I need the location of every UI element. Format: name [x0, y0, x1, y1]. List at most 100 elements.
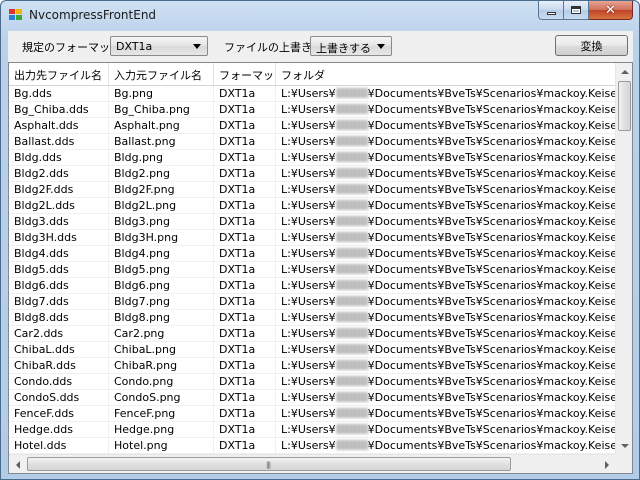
input-file-cell[interactable]: Bldg5.png: [109, 262, 214, 278]
table-row[interactable]: Bldg4.dds Bldg4.png DXT1a L:¥Users¥ ¥Documen…: [9, 246, 615, 262]
table-row[interactable]: Hotel.dds Hotel.png DXT1a L:¥Users¥ ¥Documen…: [9, 438, 615, 454]
input-file-cell[interactable]: Bldg3H.png: [109, 230, 214, 246]
table-row[interactable]: Hedge.dds Hedge.png DXT1a L:¥Users¥ ¥Documen…: [9, 422, 615, 438]
output-file-cell[interactable]: Bldg2.dds: [9, 166, 109, 182]
folder-cell[interactable]: L:¥Users¥ ¥Documents¥BveTs¥Scenarios¥mack…: [276, 246, 615, 262]
input-file-cell[interactable]: Condo.png: [109, 374, 214, 390]
table-row[interactable]: CondoS.dds CondoS.png DXT1a L:¥Users¥ ¥Docum…: [9, 390, 615, 406]
format-cell[interactable]: DXT1a: [214, 422, 276, 438]
table-row[interactable]: Bldg2F.dds Bldg2F.png DXT1a L:¥Users¥ ¥Docum…: [9, 182, 615, 198]
format-cell[interactable]: DXT1a: [214, 214, 276, 230]
output-file-cell[interactable]: Bldg7.dds: [9, 294, 109, 310]
table-row[interactable]: Car2.dds Car2.png DXT1a L:¥Users¥ ¥Documents…: [9, 326, 615, 342]
folder-cell[interactable]: L:¥Users¥ ¥Documents¥BveTs¥Scenarios¥mack…: [276, 118, 615, 134]
output-file-cell[interactable]: Bldg5.dds: [9, 262, 109, 278]
format-cell[interactable]: DXT1a: [214, 150, 276, 166]
format-cell[interactable]: DXT1a: [214, 86, 276, 102]
folder-cell[interactable]: L:¥Users¥ ¥Documents¥BveTs¥Scenarios¥mack…: [276, 390, 615, 406]
input-file-cell[interactable]: Hedge.png: [109, 422, 214, 438]
input-file-cell[interactable]: Bldg8.png: [109, 310, 214, 326]
input-file-cell[interactable]: ChibaL.png: [109, 342, 214, 358]
maximize-button[interactable]: [564, 1, 589, 20]
format-cell[interactable]: DXT1a: [214, 182, 276, 198]
close-button[interactable]: ✕: [589, 1, 633, 20]
table-row[interactable]: Bldg2L.dds Bldg2L.png DXT1a L:¥Users¥ ¥Docum…: [9, 198, 615, 214]
output-file-cell[interactable]: Bldg2F.dds: [9, 182, 109, 198]
folder-cell[interactable]: L:¥Users¥ ¥Documents¥BveTs¥Scenarios¥mack…: [276, 438, 615, 454]
folder-cell[interactable]: L:¥Users¥ ¥Documents¥BveTs¥Scenarios¥mack…: [276, 214, 615, 230]
output-file-cell[interactable]: Asphalt.dds: [9, 118, 109, 134]
folder-cell[interactable]: L:¥Users¥ ¥Documents¥BveTs¥Scenarios¥mack…: [276, 134, 615, 150]
format-cell[interactable]: DXT1a: [214, 198, 276, 214]
input-file-cell[interactable]: Bldg2L.png: [109, 198, 214, 214]
format-dropdown[interactable]: DXT1a: [110, 36, 208, 56]
output-file-cell[interactable]: Ballast.dds: [9, 134, 109, 150]
scroll-up-button[interactable]: [616, 63, 633, 80]
file-grid[interactable]: 出力先ファイル名 入力元ファイル名 フォーマット フォルダ Bg.ddsBg.p…: [8, 62, 633, 474]
horizontal-scroll-thumb[interactable]: |||: [27, 457, 511, 471]
format-cell[interactable]: DXT1a: [214, 390, 276, 406]
input-file-cell[interactable]: Bldg7.png: [109, 294, 214, 310]
column-header-output[interactable]: 出力先ファイル名: [9, 63, 109, 85]
input-file-cell[interactable]: Asphalt.png: [109, 118, 214, 134]
format-cell[interactable]: DXT1a: [214, 166, 276, 182]
minimize-button[interactable]: [538, 1, 564, 20]
input-file-cell[interactable]: Bg_Chiba.png: [109, 102, 214, 118]
table-row[interactable]: Bldg2.dds Bldg2.png DXT1a L:¥Users¥ ¥Documen…: [9, 166, 615, 182]
table-row[interactable]: ChibaR.dds ChibaR.png DXT1a L:¥Users¥ ¥Docum…: [9, 358, 615, 374]
format-cell[interactable]: DXT1a: [214, 262, 276, 278]
folder-cell[interactable]: L:¥Users¥ ¥Documents¥BveTs¥Scenarios¥mack…: [276, 406, 615, 422]
folder-cell[interactable]: L:¥Users¥ ¥Documents¥BveTs¥Scenarios¥mack…: [276, 294, 615, 310]
convert-button[interactable]: 変換: [555, 35, 628, 56]
output-file-cell[interactable]: Hotel.dds: [9, 438, 109, 454]
scroll-left-button[interactable]: [9, 456, 26, 473]
overwrite-dropdown[interactable]: 上書きする: [310, 36, 392, 56]
format-cell[interactable]: DXT1a: [214, 358, 276, 374]
table-row[interactable]: Bldg8.dds Bldg8.png DXT1a L:¥Users¥ ¥Documen…: [9, 310, 615, 326]
format-cell[interactable]: DXT1a: [214, 342, 276, 358]
table-row[interactable]: Bldg5.dds Bldg5.png DXT1a L:¥Users¥ ¥Documen…: [9, 262, 615, 278]
output-file-cell[interactable]: Condo.dds: [9, 374, 109, 390]
table-row[interactable]: Bldg3.dds Bldg3.png DXT1a L:¥Users¥ ¥Documen…: [9, 214, 615, 230]
output-file-cell[interactable]: Bg_Chiba.dds: [9, 102, 109, 118]
format-cell[interactable]: DXT1a: [214, 246, 276, 262]
scroll-right-button[interactable]: [598, 456, 615, 473]
folder-cell[interactable]: L:¥Users¥ ¥Documents¥BveTs¥Scenarios¥mack…: [276, 358, 615, 374]
table-row[interactable]: Bg_Chiba.dds Bg_Chiba.png DXT1a L:¥Users¥ ¥D…: [9, 102, 615, 118]
folder-cell[interactable]: L:¥Users¥ ¥Documents¥BveTs¥Scenarios¥mack…: [276, 374, 615, 390]
format-cell[interactable]: DXT1a: [214, 438, 276, 454]
format-cell[interactable]: DXT1a: [214, 278, 276, 294]
table-row[interactable]: Asphalt.dds Asphalt.png DXT1a L:¥Users¥ ¥Doc…: [9, 118, 615, 134]
folder-cell[interactable]: L:¥Users¥ ¥Documents¥BveTs¥Scenarios¥mack…: [276, 198, 615, 214]
folder-cell[interactable]: L:¥Users¥ ¥Documents¥BveTs¥Scenarios¥mack…: [276, 230, 615, 246]
output-file-cell[interactable]: Bldg.dds: [9, 150, 109, 166]
format-cell[interactable]: DXT1a: [214, 294, 276, 310]
table-row[interactable]: Bldg.dds Bldg.png DXT1a L:¥Users¥ ¥Documents…: [9, 150, 615, 166]
column-header-folder[interactable]: フォルダ: [276, 63, 615, 85]
folder-cell[interactable]: L:¥Users¥ ¥Documents¥BveTs¥Scenarios¥mack…: [276, 262, 615, 278]
output-file-cell[interactable]: Bldg2L.dds: [9, 198, 109, 214]
output-file-cell[interactable]: Bldg6.dds: [9, 278, 109, 294]
format-cell[interactable]: DXT1a: [214, 230, 276, 246]
format-cell[interactable]: DXT1a: [214, 406, 276, 422]
folder-cell[interactable]: L:¥Users¥ ¥Documents¥BveTs¥Scenarios¥mack…: [276, 342, 615, 358]
vertical-scroll-thumb[interactable]: [618, 81, 631, 131]
horizontal-scrollbar[interactable]: |||: [9, 454, 615, 473]
input-file-cell[interactable]: Bldg.png: [109, 150, 214, 166]
format-cell[interactable]: DXT1a: [214, 326, 276, 342]
input-file-cell[interactable]: ChibaR.png: [109, 358, 214, 374]
format-cell[interactable]: DXT1a: [214, 374, 276, 390]
folder-cell[interactable]: L:¥Users¥ ¥Documents¥BveTs¥Scenarios¥mack…: [276, 102, 615, 118]
output-file-cell[interactable]: CondoS.dds: [9, 390, 109, 406]
output-file-cell[interactable]: Bldg3.dds: [9, 214, 109, 230]
folder-cell[interactable]: L:¥Users¥ ¥Documents¥BveTs¥Scenarios¥mack…: [276, 150, 615, 166]
output-file-cell[interactable]: Bldg4.dds: [9, 246, 109, 262]
table-row[interactable]: FenceF.dds FenceF.png DXT1a L:¥Users¥ ¥Docum…: [9, 406, 615, 422]
scroll-down-button[interactable]: [616, 437, 633, 454]
input-file-cell[interactable]: Bldg3.png: [109, 214, 214, 230]
title-bar[interactable]: NvcompressFrontEnd ✕: [1, 1, 639, 31]
folder-cell[interactable]: L:¥Users¥ ¥Documents¥BveTs¥Scenarios¥mack…: [276, 422, 615, 438]
table-row[interactable]: ChibaL.dds ChibaL.png DXT1a L:¥Users¥ ¥Docum…: [9, 342, 615, 358]
vertical-scrollbar[interactable]: [615, 63, 632, 454]
table-row[interactable]: Bg.dds Bg.png DXT1a L:¥Users¥ ¥Documents¥Bve…: [9, 86, 615, 102]
